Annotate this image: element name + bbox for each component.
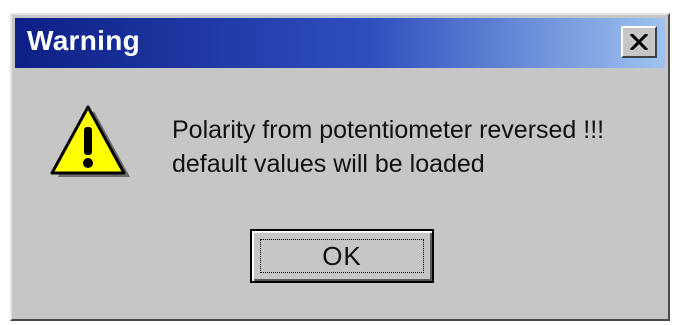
warning-dialog: Warning Polarity from potentiometer reve… [10,13,670,321]
title-bar[interactable]: Warning [15,18,665,68]
warning-icon [50,105,130,177]
focus-rect: OK [260,239,424,273]
dialog-title: Warning [27,25,141,56]
close-icon [630,34,648,50]
ok-button[interactable]: OK [250,229,434,283]
close-button[interactable] [621,26,657,58]
message-line-1: Polarity from potentiometer reversed !!! [172,116,605,144]
message-text: Polarity from potentiometer reversed !!!… [172,113,604,181]
message-line-2: default values will be loaded [172,150,485,178]
ok-button-label: OK [322,240,362,271]
